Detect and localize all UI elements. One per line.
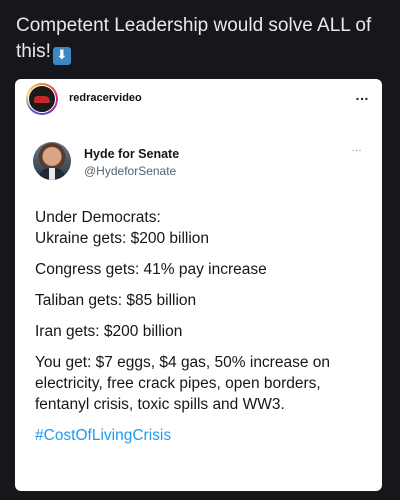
tweet-body: Under Democrats: Ukraine gets: $200 bill… (35, 207, 370, 446)
tweet-line: Ukraine gets: $200 billion (35, 230, 210, 247)
post-caption: Competent Leadership would solve ALL of … (16, 13, 388, 65)
tweet-line: Iran gets: $200 billion (35, 323, 183, 340)
tweet-line: Congress gets: 41% pay increase (35, 261, 267, 278)
more-options-icon[interactable]: … (355, 87, 370, 103)
car-logo-icon (34, 96, 50, 103)
avatar[interactable] (28, 85, 56, 113)
instagram-username[interactable]: redracervideo (69, 92, 142, 104)
tweet-line: Taliban gets: $85 billion (35, 292, 197, 309)
story-ring[interactable] (26, 83, 58, 115)
tweet-author-name[interactable]: Hyde for Senate (84, 147, 179, 161)
tweet-author-handle[interactable]: @HydeforSenate (84, 164, 176, 178)
instagram-post-header: redracervideo … (15, 79, 382, 121)
tweet-header: Hyde for Senate @HydeforSenate … (33, 142, 373, 188)
tweet-line: Under Democrats: (35, 209, 161, 226)
down-arrow-emoji-icon: ⬇ (52, 47, 71, 65)
tweet-avatar[interactable] (33, 142, 71, 180)
tweet-line: You get: $7 eggs, $4 gas, 50% increase o… (35, 354, 331, 413)
hashtag-link[interactable]: #CostOfLivingCrisis (35, 425, 370, 446)
instagram-post-card[interactable]: redracervideo … Hyde for Senate @Hydefor… (15, 79, 382, 491)
avatar-shirt (49, 168, 55, 180)
tweet-more-icon[interactable]: … (351, 142, 363, 154)
